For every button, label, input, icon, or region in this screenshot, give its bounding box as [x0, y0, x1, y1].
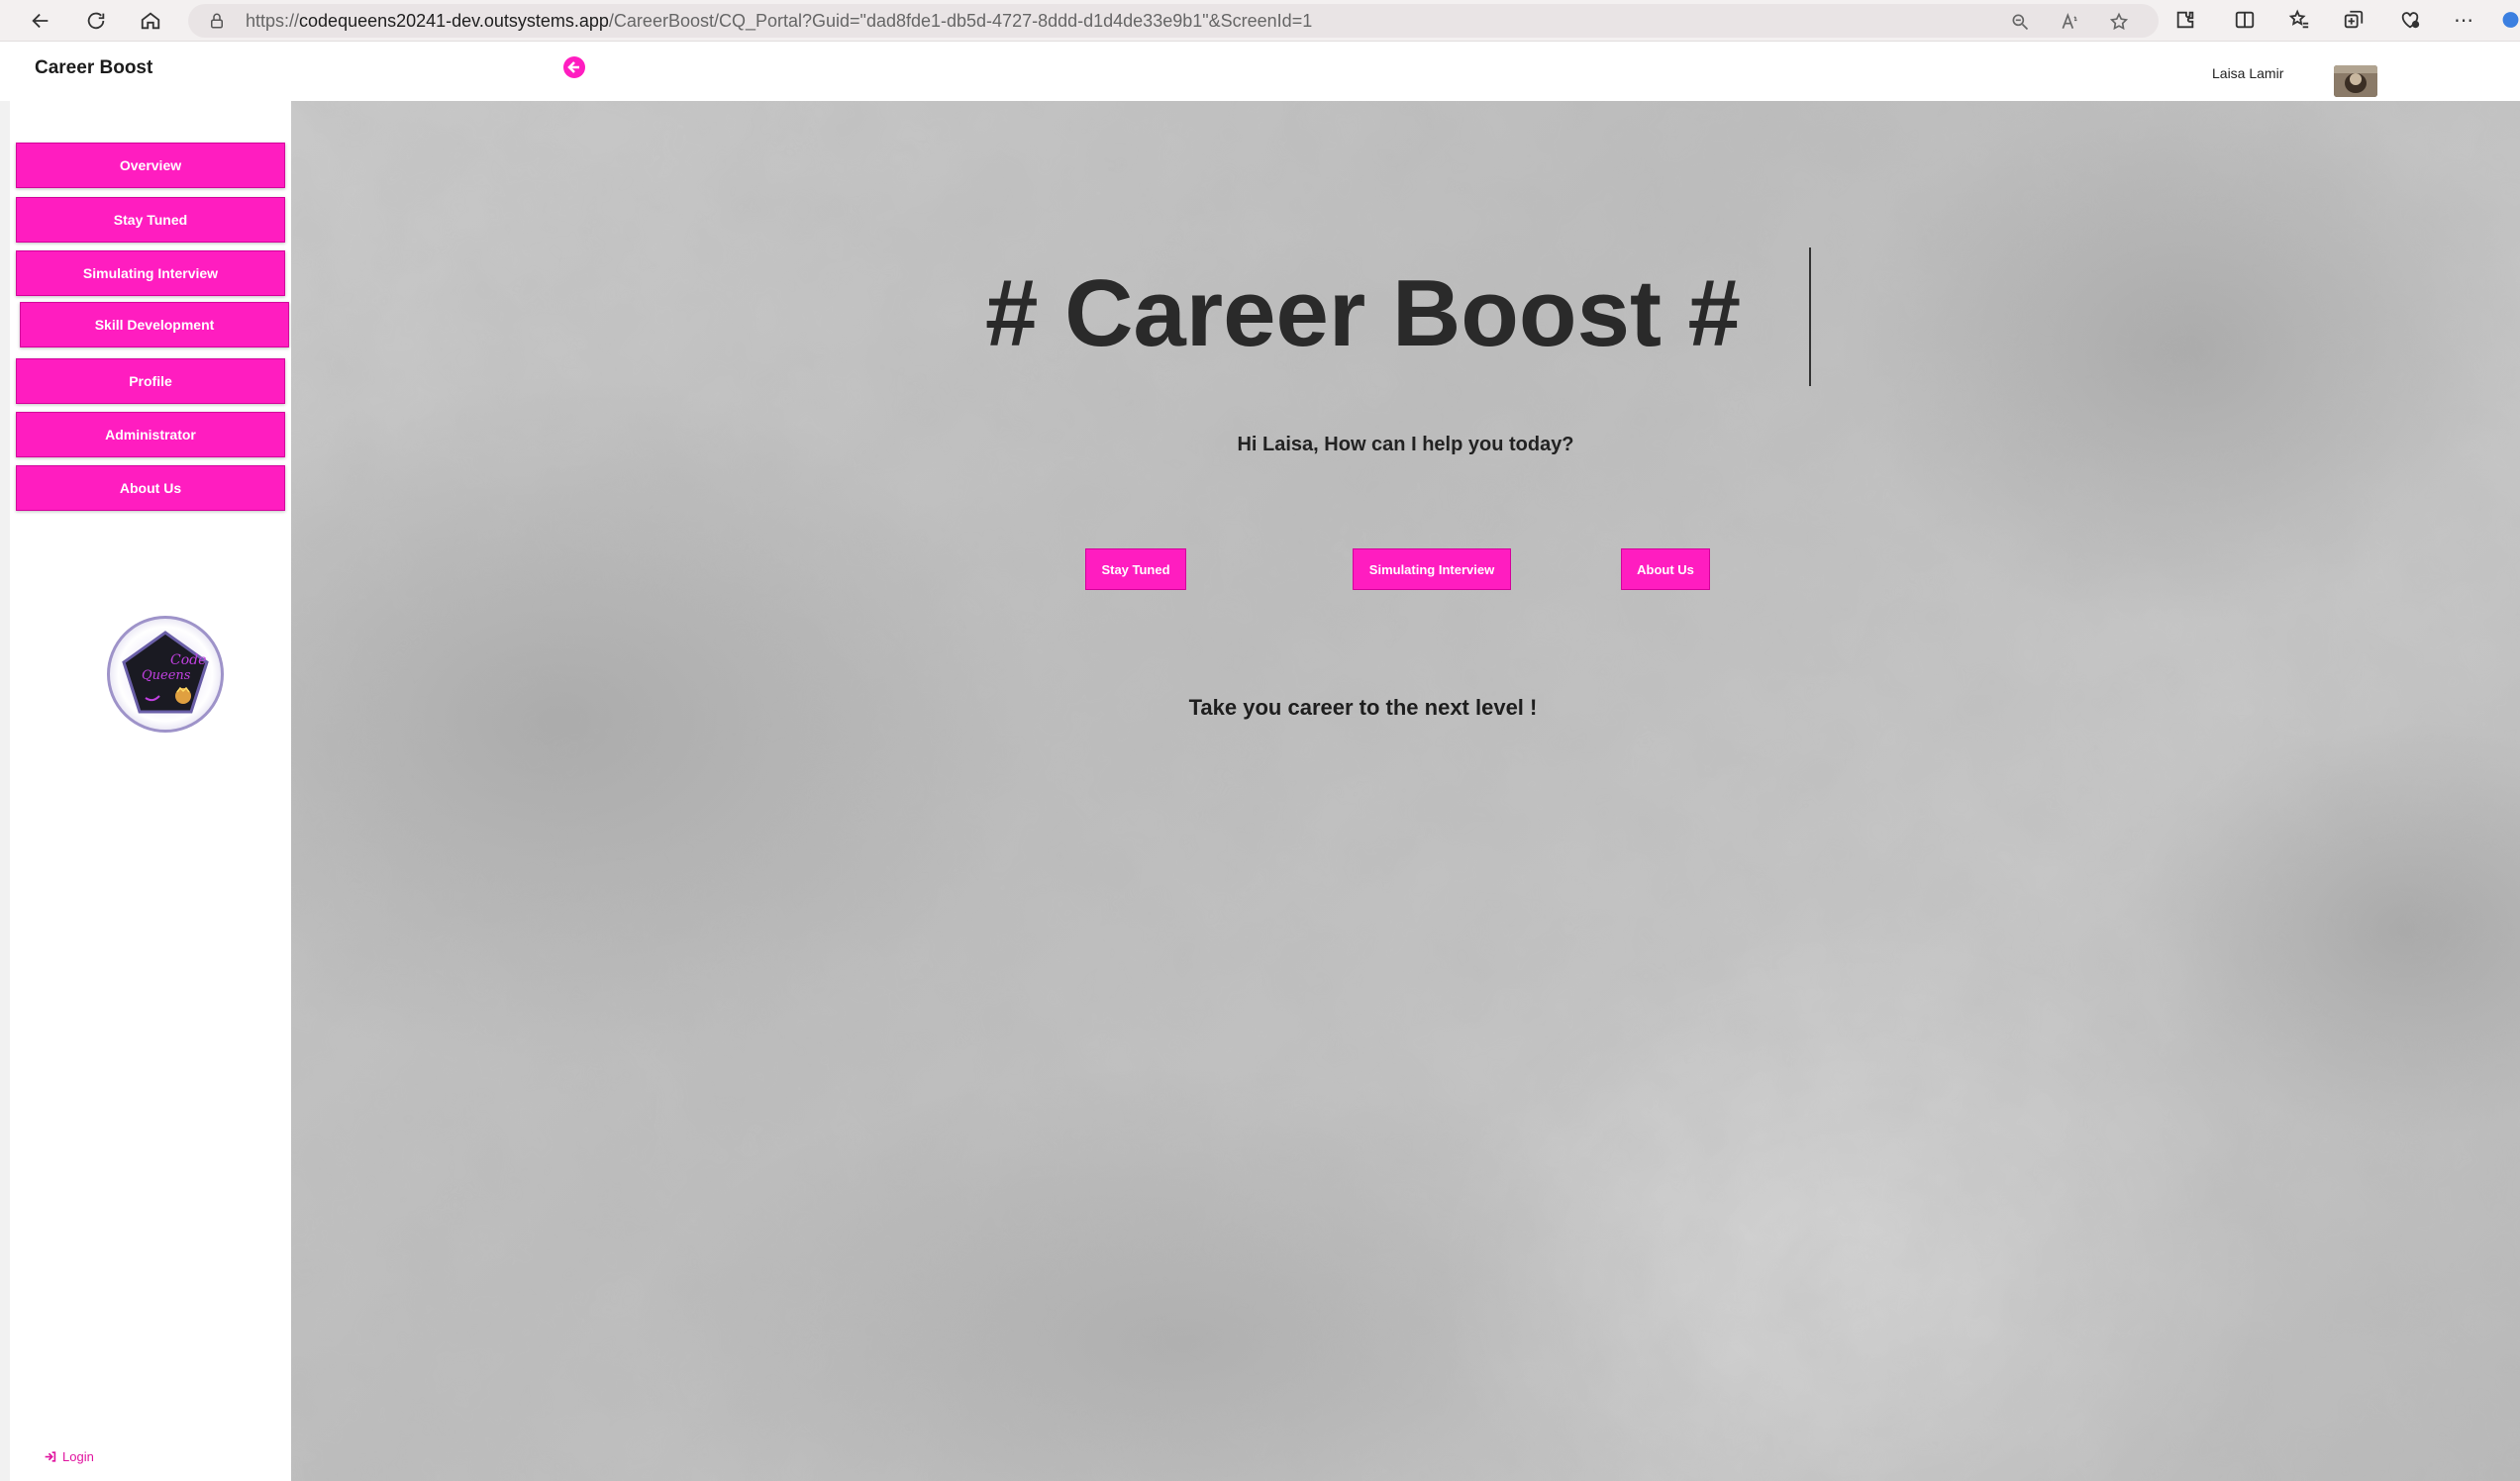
home-icon — [141, 12, 160, 30]
greeting-text: Hi Laisa, How can I help you today? — [1237, 434, 1574, 455]
app-header: Career Boost Laisa Lamir — [0, 42, 2520, 101]
code-queens-logo: Code Queens — [107, 616, 224, 733]
back-button[interactable] — [24, 4, 57, 38]
browser-toolbar: https://codequeens20241-dev.outsystems.a… — [0, 0, 2520, 42]
sidebar-item-about-us[interactable]: About Us — [16, 465, 285, 511]
tagline: Take you career to the next level ! — [1188, 695, 1538, 720]
sidebar-item-profile[interactable]: Profile — [16, 358, 285, 404]
url-text: https://codequeens20241-dev.outsystems.a… — [246, 11, 1313, 31]
svg-text:Queens: Queens — [142, 668, 191, 683]
refresh-icon — [87, 12, 105, 30]
main-content: # Career Boost # Hi Laisa, How can I hel… — [291, 101, 2520, 1481]
sidebar-item-administrator[interactable]: Administrator — [16, 412, 285, 457]
avatar[interactable] — [2334, 65, 2377, 97]
sidebar: Overview Stay Tuned Simulating Interview… — [0, 101, 291, 1481]
address-bar[interactable]: https://codequeens20241-dev.outsystems.a… — [188, 4, 2159, 38]
collections-icon[interactable] — [2343, 9, 2365, 31]
read-aloud-icon[interactable] — [2060, 12, 2079, 32]
svg-text:Code: Code — [170, 652, 206, 668]
arrow-left-icon — [32, 13, 49, 29]
about-us-button[interactable]: About Us — [1621, 548, 1710, 590]
sidebar-item-skill-development[interactable]: Skill Development — [20, 302, 289, 347]
favorite-star-icon[interactable] — [2109, 12, 2129, 32]
sidebar-item-overview[interactable]: Overview — [16, 143, 285, 188]
browser-essentials-icon[interactable] — [2399, 9, 2421, 31]
refresh-button[interactable] — [79, 4, 113, 38]
sign-in-icon — [45, 1451, 56, 1462]
login-link[interactable]: Login — [44, 1449, 94, 1464]
user-name[interactable]: Laisa Lamir — [2212, 65, 2283, 81]
simulating-interview-button[interactable]: Simulating Interview — [1353, 548, 1511, 590]
login-label: Login — [62, 1449, 94, 1464]
app-title: Career Boost — [35, 57, 153, 78]
text-cursor — [1809, 247, 1811, 386]
home-button[interactable] — [134, 4, 167, 38]
sidebar-item-simulating-interview[interactable]: Simulating Interview — [16, 250, 285, 296]
back-arrow-icon[interactable] — [562, 55, 586, 79]
extensions-icon[interactable] — [2174, 9, 2196, 31]
favorites-icon[interactable] — [2288, 9, 2310, 31]
hero-title: # Career Boost # — [985, 260, 1741, 366]
stay-tuned-button[interactable]: Stay Tuned — [1085, 548, 1186, 590]
zoom-icon[interactable] — [2010, 12, 2030, 32]
lock-icon — [211, 13, 223, 29]
copilot-icon[interactable] — [2501, 9, 2520, 31]
sidebar-item-stay-tuned[interactable]: Stay Tuned — [16, 197, 285, 243]
more-options-icon[interactable]: ⋯ — [2453, 9, 2474, 32]
split-screen-icon[interactable] — [2234, 9, 2256, 31]
